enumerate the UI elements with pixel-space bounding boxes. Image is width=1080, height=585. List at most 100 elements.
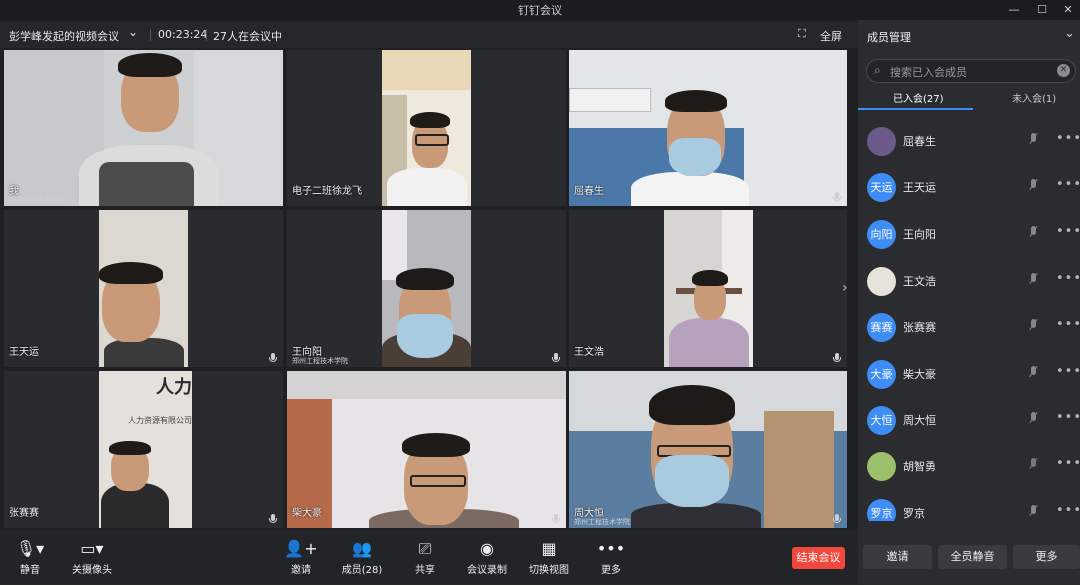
avatar: 罗京 xyxy=(867,499,896,521)
avatar: 赛赛 xyxy=(867,313,896,342)
video-tile[interactable]: 电子二班徐龙飞 xyxy=(287,50,566,206)
microphone-icon xyxy=(833,514,841,524)
video-tile[interactable]: 王向阳 郑州工程技术学院 xyxy=(287,210,566,367)
video-tile[interactable]: 我 郑州工程技术学院 xyxy=(4,50,283,206)
microphone-muted-icon[interactable] xyxy=(1029,179,1039,195)
camera-icon: ▭▾ xyxy=(80,539,104,558)
meeting-info-bar: 彭学峰发起的视频会议 ⌄ 00:23:24 27人在会议中 ⛶ 全屏 xyxy=(0,22,858,48)
mute-all-button[interactable]: 全员静音 xyxy=(938,545,1007,569)
fullscreen-button[interactable]: 全屏 xyxy=(820,28,842,44)
member-row[interactable]: 向阳 王向阳 ••• xyxy=(858,212,1080,258)
participant-org: 郑州工程技术学院 xyxy=(9,196,65,204)
microphone-muted-icon[interactable] xyxy=(1029,133,1039,149)
member-row[interactable]: 屈春生 ••• xyxy=(858,119,1080,165)
member-row[interactable]: 赛赛 张赛赛 ••• xyxy=(858,305,1080,351)
avatar xyxy=(867,127,896,156)
record-button[interactable]: ◉ 会议录制 xyxy=(457,538,517,576)
member-row[interactable]: 天运 王天运 ••• xyxy=(858,165,1080,211)
more-options-icon[interactable]: ••• xyxy=(1056,364,1080,379)
share-screen-icon: ⎚ xyxy=(418,539,432,558)
member-name: 柴大豪 xyxy=(903,368,936,381)
tab-joined[interactable]: 已入会(27) xyxy=(893,90,944,105)
meeting-title[interactable]: 彭学峰发起的视频会议 xyxy=(9,28,119,44)
panel-more-button[interactable]: 更多 xyxy=(1013,545,1080,569)
member-row[interactable]: 王文浩 ••• xyxy=(858,259,1080,305)
microphone-muted-icon[interactable] xyxy=(1029,226,1039,242)
member-name: 周大恒 xyxy=(903,414,936,427)
avatar: 大豪 xyxy=(867,360,896,389)
video-feed xyxy=(569,371,847,528)
member-name: 王天运 xyxy=(903,181,936,194)
members-button[interactable]: 👥 成员(28) xyxy=(332,538,392,576)
microphone-muted-icon[interactable] xyxy=(1029,273,1039,289)
switch-view-button[interactable]: ▦ 切换视图 xyxy=(519,538,579,576)
microphone-muted-icon[interactable] xyxy=(1029,366,1039,382)
active-tab-indicator xyxy=(858,108,973,110)
participant-name: 电子二班徐龙飞 xyxy=(292,186,362,197)
participant-name: 屈春生 xyxy=(574,186,604,197)
more-button[interactable]: ••• 更多 xyxy=(581,538,641,576)
video-feed xyxy=(4,50,283,206)
more-options-icon[interactable]: ••• xyxy=(1056,317,1080,332)
video-feed: 人力 人力资源有限公司 xyxy=(99,371,192,528)
microphone-icon xyxy=(269,353,277,363)
video-feed xyxy=(382,210,471,367)
microphone-icon xyxy=(552,514,560,524)
microphone-icon: 🎙▾ xyxy=(15,539,45,558)
users-icon: 👥 xyxy=(352,539,372,558)
member-name: 王向阳 xyxy=(903,228,936,241)
microphone-icon xyxy=(833,192,841,202)
invite-button[interactable]: 👤+ 邀请 xyxy=(271,538,331,576)
participant-name: 王天运 xyxy=(9,347,39,358)
minimize-icon[interactable]: — xyxy=(1004,2,1024,18)
member-search-input[interactable]: ⌕ 搜索已入会成员 ✕ xyxy=(866,59,1076,83)
member-name: 王文浩 xyxy=(903,275,936,288)
more-options-icon[interactable]: ••• xyxy=(1056,177,1080,192)
more-options-icon[interactable]: ••• xyxy=(1056,456,1080,471)
tab-not-joined[interactable]: 未入会(1) xyxy=(1012,90,1056,105)
close-icon[interactable]: ✕ xyxy=(1058,2,1078,18)
clear-search-icon[interactable]: ✕ xyxy=(1057,64,1070,77)
member-row[interactable]: 大恒 周大恒 ••• xyxy=(858,398,1080,444)
member-row[interactable]: 罗京 罗京 ••• xyxy=(858,491,1080,521)
member-row[interactable]: 胡智勇 ••• xyxy=(858,444,1080,490)
video-tile[interactable]: 周大恒 郑州工程技术学院 xyxy=(569,371,847,528)
more-options-icon[interactable]: ••• xyxy=(1056,131,1080,146)
video-tile[interactable]: 柴大豪 xyxy=(287,371,566,528)
video-tile[interactable]: 人力 人力资源有限公司 张赛赛 xyxy=(4,371,283,528)
chevron-down-icon[interactable]: ⌄ xyxy=(1064,26,1075,41)
microphone-icon[interactable] xyxy=(1029,458,1039,474)
panel-invite-button[interactable]: 邀请 xyxy=(863,545,932,569)
video-feed xyxy=(569,50,847,206)
participant-org: 郑州工程技术学院 xyxy=(292,357,348,365)
camera-button[interactable]: ▭▾ 关摄像头 xyxy=(62,538,122,576)
member-panel: 成员管理 ⌄ ⌕ 搜索已入会成员 ✕ 已入会(27) 未入会(1) 屈春生 ••… xyxy=(858,20,1080,585)
meeting-duration: 00:23:24 xyxy=(158,28,208,41)
video-feed xyxy=(99,210,188,367)
maximize-icon[interactable]: ☐ xyxy=(1032,2,1052,18)
mute-button[interactable]: 🎙▾ 静音 xyxy=(0,538,60,576)
attendance-count: 27人在会议中 xyxy=(213,30,282,43)
more-options-icon[interactable]: ••• xyxy=(1056,224,1080,239)
participant-name: 柴大豪 xyxy=(292,508,322,519)
next-page-icon[interactable]: › xyxy=(842,280,848,296)
more-options-icon[interactable]: ••• xyxy=(1056,503,1080,518)
share-button[interactable]: ⎚ 共享 xyxy=(395,538,455,576)
chevron-down-icon[interactable]: ⌄ xyxy=(128,25,138,39)
video-tile[interactable]: 王天运 xyxy=(4,210,283,367)
microphone-icon xyxy=(833,353,841,363)
end-meeting-button[interactable]: 结束会议 xyxy=(792,547,845,569)
background-sign: 人力 xyxy=(156,377,192,398)
microphone-muted-icon[interactable] xyxy=(1029,412,1039,428)
more-options-icon[interactable]: ••• xyxy=(1056,410,1080,425)
video-tile[interactable]: 王文浩 xyxy=(569,210,847,367)
window-title: 钉钉会议 xyxy=(518,4,562,17)
video-tile[interactable]: 屈春生 xyxy=(569,50,847,206)
fullscreen-icon[interactable]: ⛶ xyxy=(798,27,806,41)
more-options-icon[interactable]: ••• xyxy=(1056,271,1080,286)
video-feed xyxy=(664,210,753,367)
participant-org: 郑州工程技术学院 xyxy=(574,518,630,526)
microphone-muted-icon[interactable] xyxy=(1029,319,1039,335)
microphone-muted-icon[interactable] xyxy=(1029,505,1039,521)
member-row[interactable]: 大豪 柴大豪 ••• xyxy=(858,352,1080,398)
